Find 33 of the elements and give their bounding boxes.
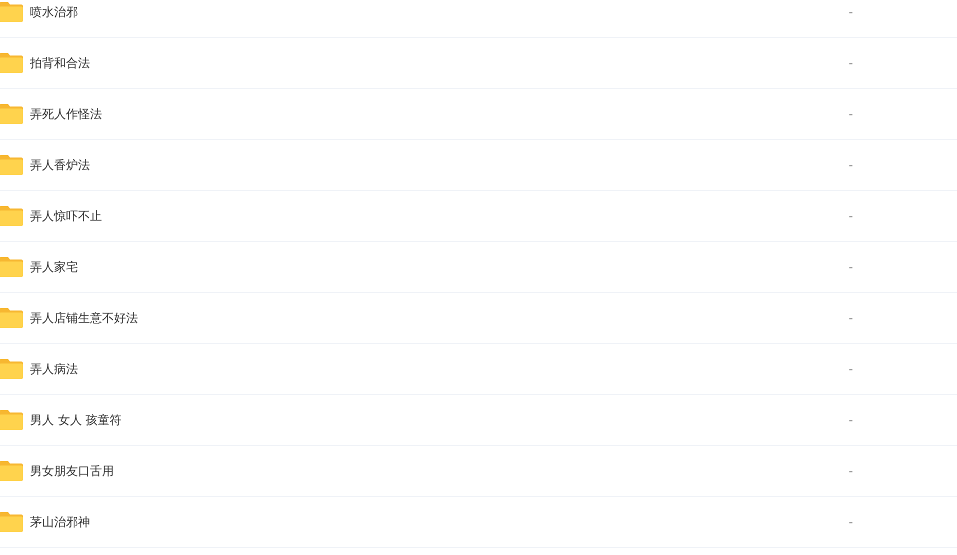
folder-name[interactable]: 喷水治邪 <box>30 4 78 20</box>
file-size: - <box>848 311 853 325</box>
folder-icon <box>0 409 24 431</box>
file-size: - <box>848 413 853 427</box>
folder-name[interactable]: 弄人病法 <box>30 360 78 378</box>
folder-name[interactable]: 弄死人作怪法 <box>30 106 102 122</box>
folder-name[interactable]: 弄人店铺生意不好法 <box>30 310 138 326</box>
folder-icon <box>0 103 24 125</box>
file-size: - <box>848 56 853 70</box>
file-size: - <box>848 107 853 121</box>
folder-icon <box>0 154 24 176</box>
folder-name[interactable]: 弄人香炉法 <box>30 156 90 174</box>
folder-name[interactable]: 弄人家宅 <box>30 258 78 276</box>
folder-name[interactable]: 男女朋友口舌用 <box>30 462 114 480</box>
file-size: - <box>848 260 853 274</box>
folder-icon <box>0 256 24 278</box>
file-size: - <box>848 158 853 172</box>
file-size: - <box>848 362 853 376</box>
folder-icon <box>0 511 24 533</box>
folder-icon <box>0 205 24 227</box>
folder-name[interactable]: 男人 女人 孩童符 <box>30 412 122 428</box>
file-size: - <box>848 464 853 478</box>
folder-name[interactable]: 拍背和合法 <box>30 54 90 72</box>
folder-icon <box>0 307 24 329</box>
file-size: - <box>848 515 853 529</box>
file-size: - <box>848 209 853 223</box>
folder-name[interactable]: 弄人惊吓不止 <box>30 208 102 224</box>
folder-name[interactable]: 茅山治邪神 <box>30 514 90 530</box>
folder-icon <box>0 358 24 380</box>
folder-icon <box>0 1 24 23</box>
folder-icon <box>0 460 24 482</box>
file-size: - <box>848 5 853 19</box>
folder-icon <box>0 52 24 74</box>
